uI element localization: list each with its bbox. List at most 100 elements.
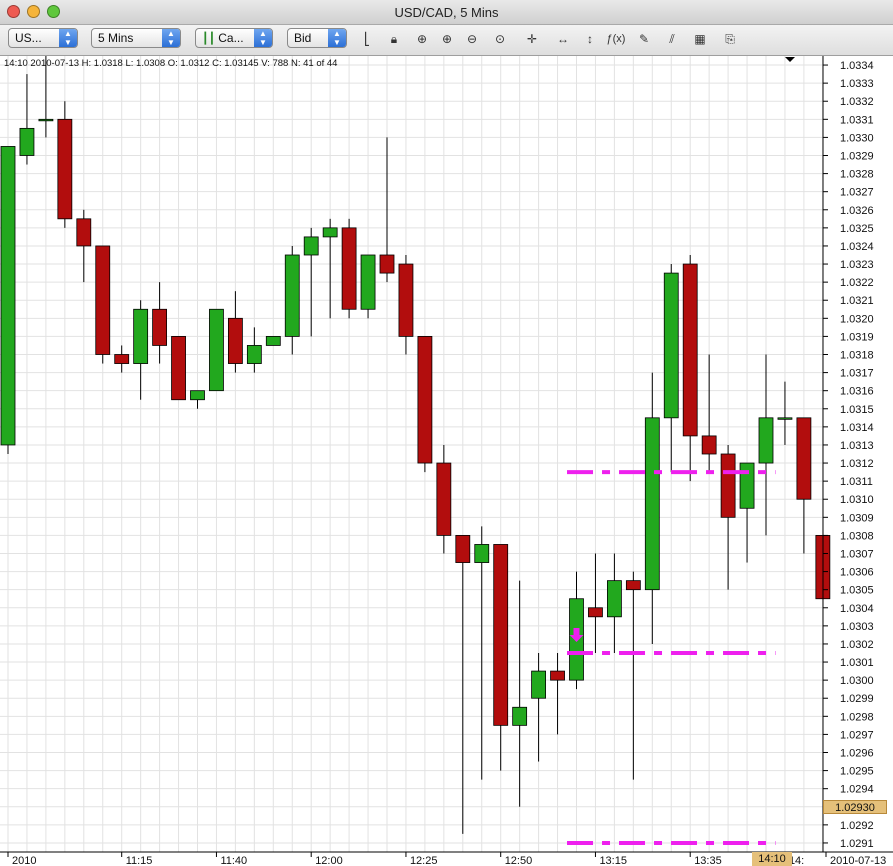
price-tick-label: 1.0334: [840, 60, 874, 72]
candle-body: [493, 544, 509, 726]
candle-body: [720, 453, 736, 518]
price-tick-label: 1.0299: [840, 693, 874, 705]
price-tick-label: 1.0307: [840, 549, 874, 561]
time-tick-label: 2010-07-13: [830, 855, 886, 866]
candle-body: [76, 218, 92, 247]
price-tick-label: 1.0308: [840, 530, 874, 542]
time-tick-label: 13:15: [599, 855, 627, 866]
candle-body: [246, 345, 262, 364]
candle-body: [436, 462, 452, 536]
candle-body: [512, 706, 528, 726]
price-tick-label: 1.0312: [840, 458, 874, 470]
candle-body: [360, 254, 376, 310]
price-tick-label: 1.0314: [840, 422, 874, 434]
candle-body: [0, 146, 16, 446]
current-price-label: 1.02930: [823, 800, 887, 814]
price-tick-label: 1.0296: [840, 748, 874, 760]
candle-body: [341, 227, 357, 310]
chart-grid: [0, 56, 824, 852]
candle-body: [38, 118, 54, 122]
candle-body: [625, 580, 641, 591]
price-tick-label: 1.0318: [840, 350, 874, 362]
price-tick-label: 1.0321: [840, 295, 874, 307]
candle-body: [701, 435, 717, 455]
price-tick-label: 1.0303: [840, 621, 874, 633]
price-tick-label: 1.0295: [840, 766, 874, 778]
candlestick-chart[interactable]: 1.02911.02921.02931.02941.02951.02961.02…: [0, 0, 893, 866]
candle-body: [379, 254, 395, 274]
price-tick-label: 1.0297: [840, 729, 874, 741]
price-tick-label: 1.0310: [840, 494, 874, 506]
candle-body: [133, 308, 149, 364]
price-tick-label: 1.0333: [840, 78, 874, 90]
candle-body: [455, 535, 471, 563]
candle-body: [758, 417, 774, 464]
candle-body: [265, 336, 281, 346]
candle-body: [57, 118, 73, 220]
candle-body: [303, 236, 319, 256]
price-tick-label: 1.0327: [840, 187, 874, 199]
candle-body: [209, 308, 224, 392]
candle-body: [663, 272, 679, 419]
price-tick-label: 1.0315: [840, 404, 874, 416]
candle-body: [588, 607, 603, 618]
scroll-marker-icon: [785, 57, 795, 62]
price-tick-label: 1.0302: [840, 639, 874, 651]
candle-body: [190, 390, 205, 401]
candle-body: [531, 670, 546, 699]
price-tick-label: 1.0316: [840, 386, 874, 398]
price-tick-label: 1.0323: [840, 259, 874, 271]
candle-body: [398, 263, 414, 337]
price-tick-label: 1.0328: [840, 169, 874, 181]
time-tick-label: 12:00: [315, 855, 343, 866]
price-tick-label: 1.0301: [840, 657, 874, 669]
price-tick-label: 1.0291: [840, 838, 874, 850]
candle-body: [417, 336, 433, 464]
chart-window: USD/CAD, 5 Mins US... ▲ ▼ 5 Mins ▲ ▼ ┃┃ Ca…: [0, 0, 893, 866]
candle-body: [284, 254, 300, 337]
price-tick-label: 1.0330: [840, 132, 874, 144]
price-tick-label: 1.0329: [840, 151, 874, 163]
time-tick-label: 12:50: [505, 855, 533, 866]
candle-body: [682, 263, 698, 437]
price-tick-label: 1.0294: [840, 784, 874, 796]
candle-body: [322, 227, 338, 238]
time-tick-label: 11:40: [220, 855, 247, 866]
candle-body: [227, 317, 243, 364]
time-tick-label: 11:15: [126, 855, 153, 866]
time-tick-label: 13:35: [694, 855, 722, 866]
candle-body: [644, 417, 660, 591]
price-tick-label: 1.0300: [840, 675, 874, 687]
candle-body: [796, 417, 812, 500]
candle-body: [474, 544, 490, 563]
price-tick-label: 1.0332: [840, 96, 874, 108]
price-tick-label: 1.0325: [840, 223, 874, 235]
time-tick-label: 12:25: [410, 855, 438, 866]
price-tick-label: 1.0322: [840, 277, 874, 289]
price-tick-label: 1.0292: [840, 820, 874, 832]
candle-body: [152, 308, 168, 346]
candle-body: [171, 336, 186, 401]
price-tick-label: 1.0305: [840, 585, 874, 597]
ohlc-info-line: 14:10 2010-07-13 H: 1.0318 L: 1.0308 O: …: [4, 58, 338, 69]
price-tick-label: 1.0320: [840, 313, 874, 325]
price-tick-label: 1.0298: [840, 711, 874, 723]
price-tick-label: 1.0324: [840, 241, 874, 253]
candle-body: [777, 417, 793, 420]
price-tick-label: 1.0311: [840, 476, 873, 488]
price-tick-label: 1.0313: [840, 440, 874, 452]
price-tick-label: 1.0319: [840, 331, 874, 343]
price-tick-label: 1.0304: [840, 603, 874, 615]
current-time-label: 14:10: [752, 852, 792, 866]
candle-body: [95, 245, 111, 355]
price-tick-label: 1.0331: [840, 114, 874, 126]
candle-body: [550, 670, 565, 681]
price-tick-label: 1.0326: [840, 205, 874, 217]
price-tick-label: 1.0306: [840, 567, 874, 579]
price-tick-label: 1.0317: [840, 368, 874, 380]
candle-body: [19, 127, 35, 156]
candle-body: [114, 354, 130, 364]
candle-body: [739, 462, 755, 509]
time-tick-label: 2010: [12, 855, 36, 866]
candle-body: [607, 580, 622, 618]
